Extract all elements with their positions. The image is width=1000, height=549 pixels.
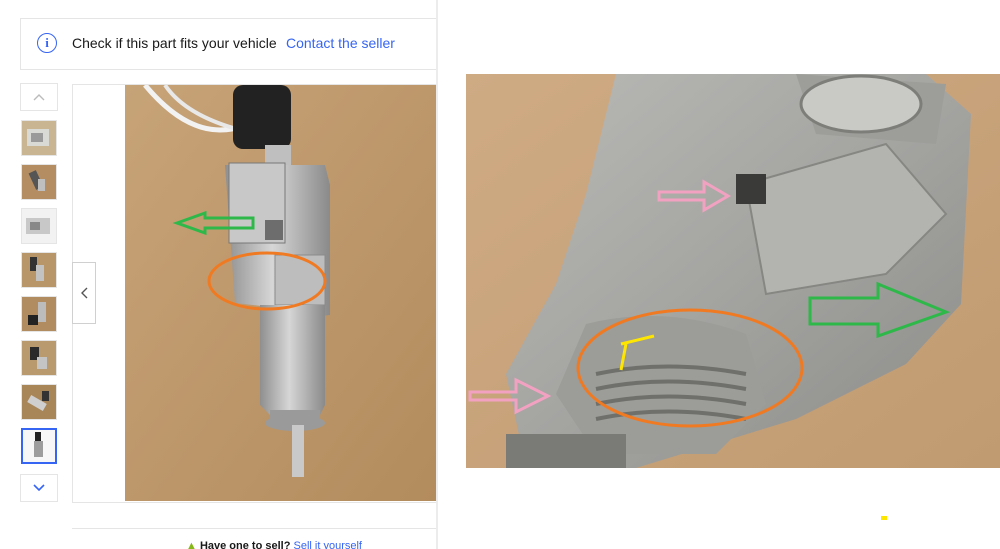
main-product-photo[interactable]: [125, 85, 437, 501]
fitment-bar: i Check if this part fits your vehicle C…: [20, 18, 437, 70]
sell-yours-line: ▲ Have one to sell? Sell it yourself: [186, 540, 362, 549]
chevron-up-icon: [33, 94, 45, 101]
pane-divider: [436, 0, 438, 549]
thumbnail-4[interactable]: [21, 252, 57, 288]
thumbnail-scroll-up-button[interactable]: [20, 83, 58, 111]
leaf-icon: ▲: [186, 540, 197, 549]
thumbnail-2[interactable]: [21, 164, 57, 200]
zoomed-detail-photo: [466, 74, 1000, 468]
thumbnail-8-selected[interactable]: [21, 428, 57, 464]
thumbnail-3[interactable]: [21, 208, 57, 244]
previous-image-button[interactable]: [72, 262, 96, 324]
fitment-check-text[interactable]: Check if this part fits your vehicle: [72, 35, 277, 51]
contact-seller-link[interactable]: Contact the seller: [286, 35, 395, 51]
sell-prompt: Have one to sell?: [199, 540, 291, 549]
thumbnail-6[interactable]: [21, 340, 57, 376]
chevron-down-icon: [33, 484, 45, 492]
thumbnail-7[interactable]: [21, 384, 57, 420]
divider: [72, 528, 437, 529]
thumbnail-scroll-down-button[interactable]: [20, 474, 58, 502]
chevron-left-icon: [81, 287, 88, 299]
sell-it-yourself-link[interactable]: Sell it yourself: [294, 540, 362, 549]
yellow-mark: [881, 516, 887, 520]
listing-image-panel: i Check if this part fits your vehicle C…: [0, 0, 437, 549]
thumbnail-1[interactable]: [21, 120, 57, 156]
thumbnail-5[interactable]: [21, 296, 57, 332]
info-icon: i: [37, 33, 57, 53]
